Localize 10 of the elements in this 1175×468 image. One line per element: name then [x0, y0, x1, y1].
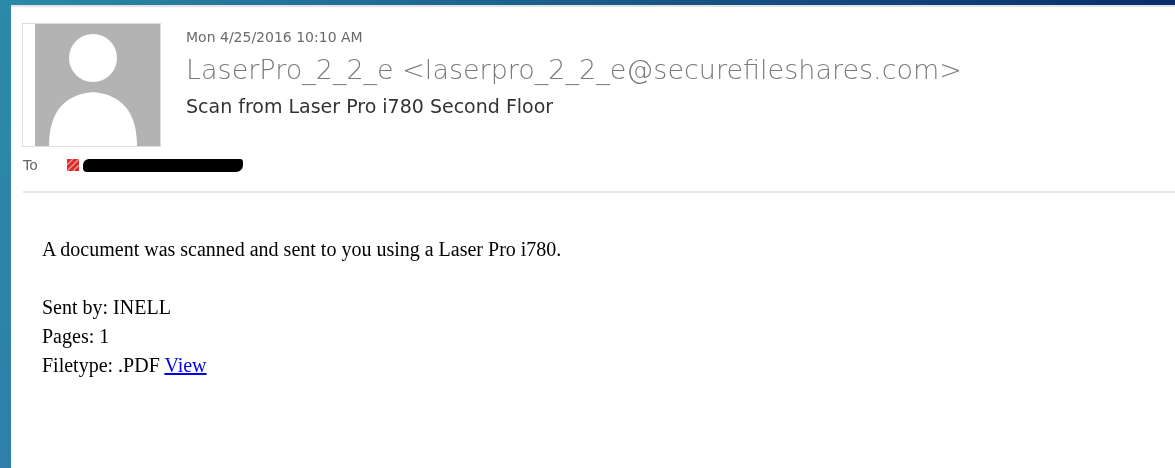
sender-address: LaserPro_2_2_e <laserpro_2_2_e@securefileshares.com>	[186, 54, 962, 87]
detail-text: Filetype: .PDF	[42, 354, 161, 376]
sent-date: Mon 4/25/2016 10:10 AM	[186, 28, 364, 47]
contact-icon	[67, 159, 79, 171]
body-text: A document was scanned and sent to you using a Laser Pro i780.	[42, 237, 563, 263]
detail-text: Sent by: INELL	[42, 295, 172, 321]
subject-line: Scan from Laser Pro i780 Second Floor	[186, 94, 555, 120]
detail-text: Pages: 1	[42, 324, 111, 350]
to-label: To	[23, 155, 39, 175]
view-link[interactable]: View	[164, 354, 207, 376]
